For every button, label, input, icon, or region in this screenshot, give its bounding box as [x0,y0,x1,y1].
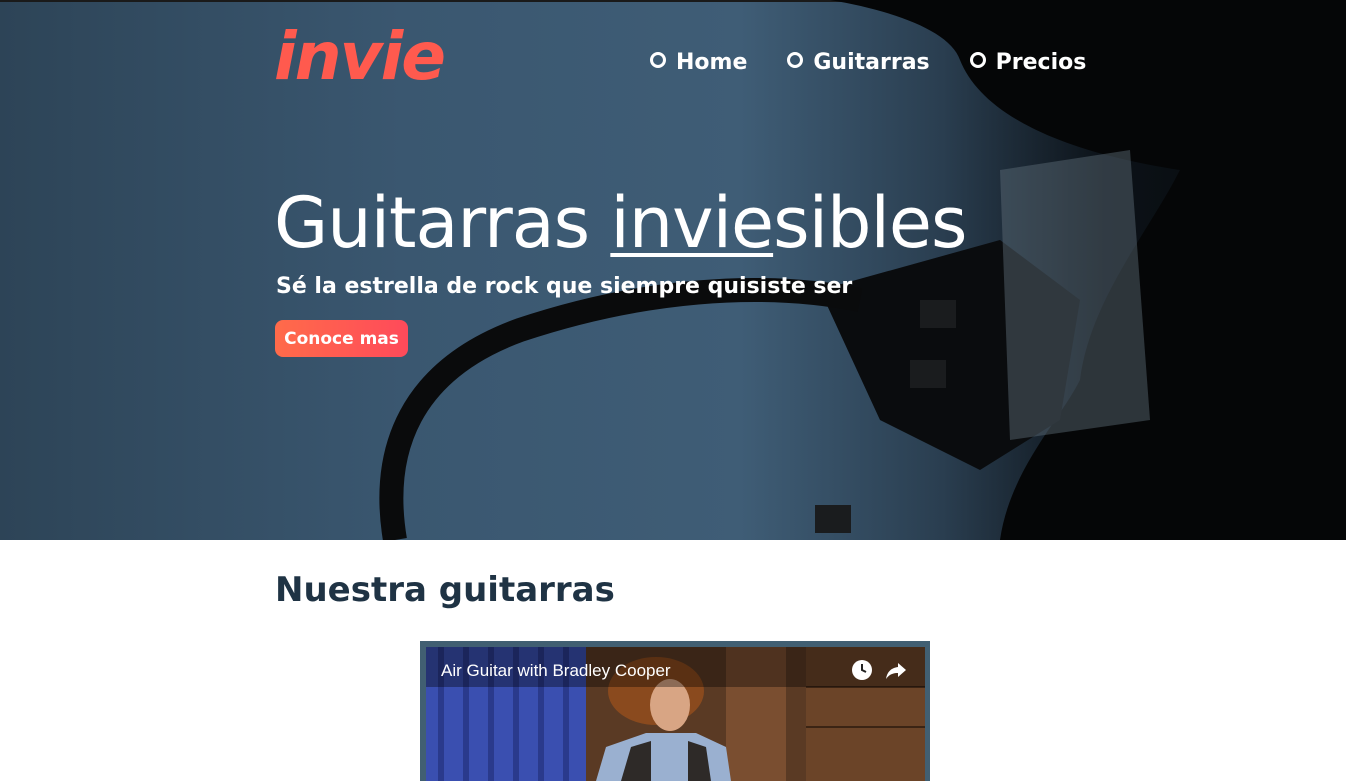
hero-title-part: sibles [773,182,967,264]
nav-item-guitarras[interactable]: Guitarras [787,50,930,75]
main-nav: Home Guitarras Precios [650,50,1086,75]
video-embed[interactable]: Air Guitar with Bradley Cooper [420,641,930,781]
logo[interactable]: invie [274,24,446,90]
conoce-mas-button[interactable]: Conoce mas [275,320,408,357]
hero-title: Guitarras inviesibles [274,188,967,258]
hero-title-underlined: invie [610,182,774,264]
tuning-peg [910,360,946,388]
backdrop-panel [1000,150,1150,440]
hero-background-image [379,0,1346,540]
hero-title-part: Guitarras [274,182,611,264]
hero-section: invie Home Guitarras Precios Guitarras i… [0,0,1346,540]
bullet-icon [650,52,666,68]
cable-shape [379,278,863,540]
nav-item-label: Home [676,50,748,75]
video-player[interactable]: Air Guitar with Bradley Cooper [426,647,925,781]
tuning-peg [815,505,851,533]
nav-item-label: Guitarras [813,50,930,75]
nav-item-home[interactable]: Home [650,50,747,75]
section-title: Nuestra guitarras [275,570,615,610]
tuning-peg [920,300,956,328]
video-title[interactable]: Air Guitar with Bradley Cooper [441,661,671,681]
share-icon[interactable] [885,659,907,681]
bullet-icon [787,52,804,68]
nav-item-label: Precios [995,50,1087,75]
video-actions [851,659,907,681]
nav-item-precios[interactable]: Precios [969,50,1087,75]
hero-subtitle: Sé la estrella de rock que siempre quisi… [276,274,853,299]
watch-later-icon[interactable] [851,659,873,681]
bullet-icon [969,52,986,68]
